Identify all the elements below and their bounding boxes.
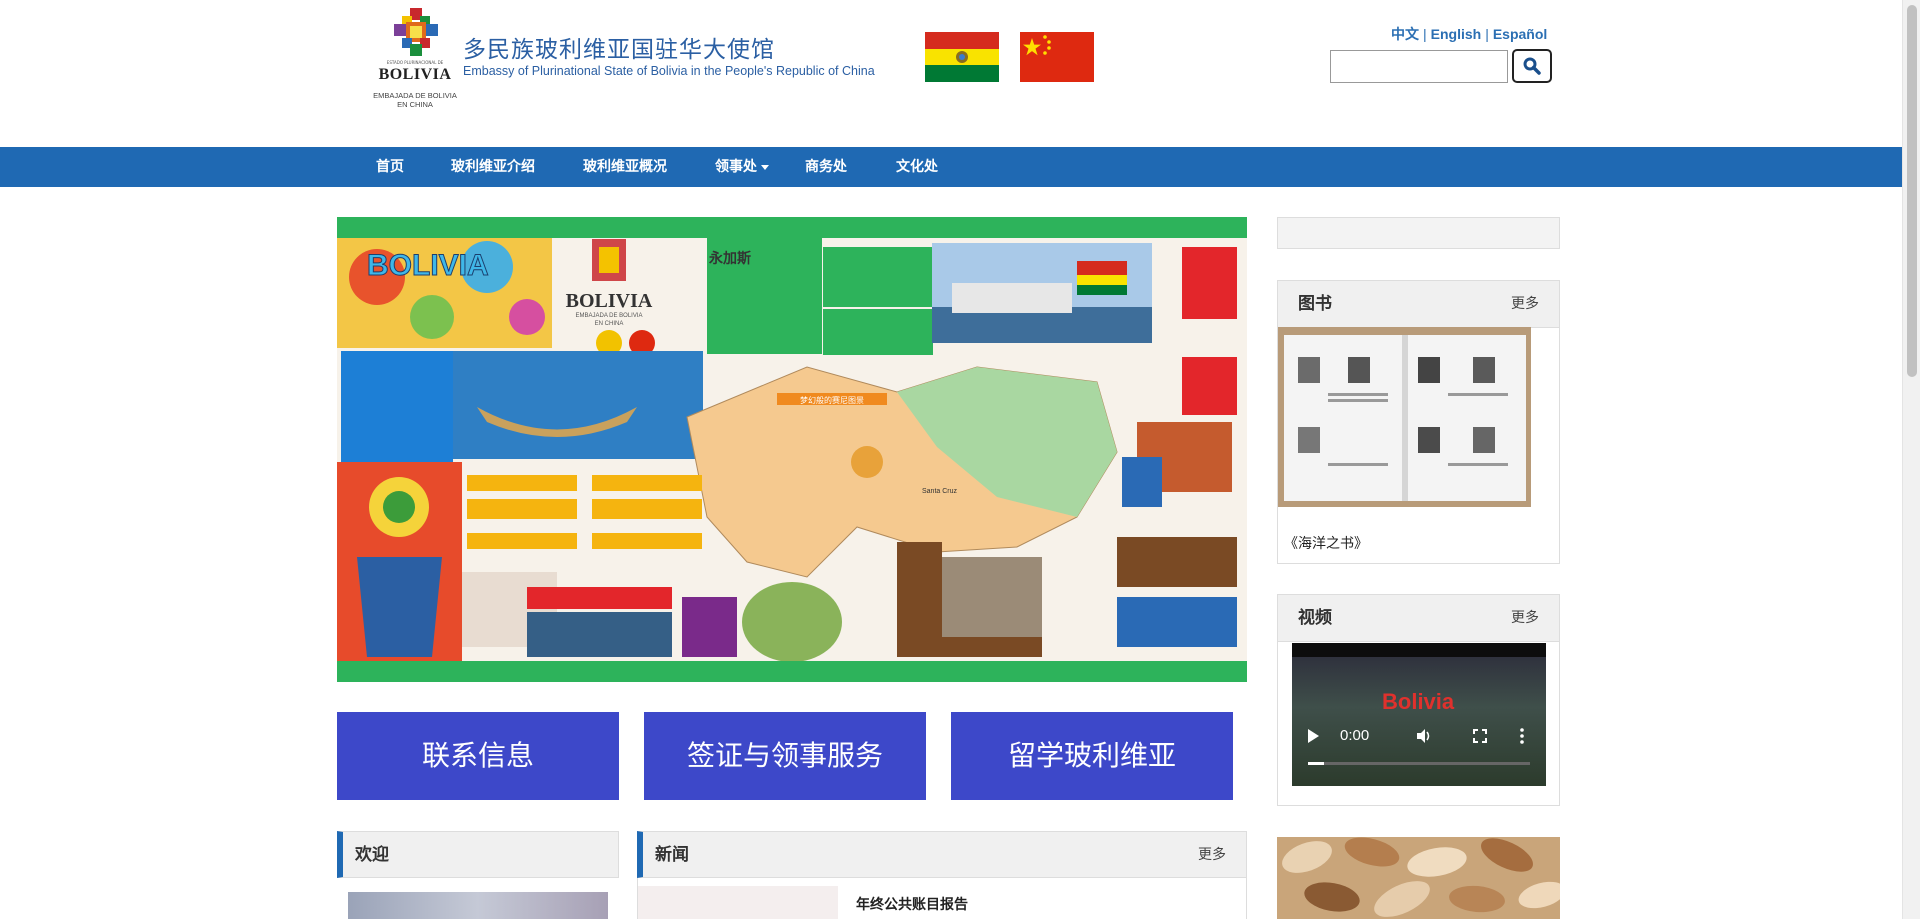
chakana-logo-icon <box>394 8 438 56</box>
lang-english-link[interactable]: English <box>1431 26 1482 42</box>
video-player[interactable]: Bolivia 0:00 <box>1292 643 1546 786</box>
banner-doodle-word: BOLIVIA <box>367 249 489 282</box>
nav-item-home[interactable]: 首页 <box>376 147 404 187</box>
book-caption[interactable]: 《海洋之书》 <box>1284 533 1368 553</box>
main-nav: 首页 玻利维亚介绍 玻利维亚概况 领事处 商务处 文化处 <box>0 147 1902 187</box>
nav-item-bolivia-intro[interactable]: 玻利维亚介绍 <box>451 147 535 187</box>
page-scrollbar[interactable] <box>1902 0 1920 919</box>
video-panel: 视频 更多 Bolivia 0:00 <box>1277 594 1560 806</box>
bolivia-collage-image: BOLIVIA BOLIVIA EMBAJADA DE BOLIVIA EN C… <box>337 238 1247 662</box>
lang-separator: | <box>1423 26 1427 42</box>
brazil-nuts-image[interactable] <box>1277 837 1560 919</box>
banner-bottom-bar <box>337 661 1247 682</box>
logo-embajada-line1: EMBAJADA DE BOLIVIA <box>373 91 457 100</box>
site-title-chinese: 多民族玻利维亚国驻华大使馆 <box>463 37 775 63</box>
hero-banner-image[interactable]: BOLIVIA BOLIVIA EMBAJADA DE BOLIVIA EN C… <box>337 217 1247 682</box>
books-panel: 图书 更多 《海洋之书》 <box>1277 280 1560 564</box>
china-flag-icon <box>1020 32 1094 82</box>
nav-item-consular[interactable]: 领事处 <box>715 147 769 187</box>
banner-map-label: 梦幻般的赛尼图景 <box>800 395 864 405</box>
banner-map-city: Santa Cruz <box>922 488 958 495</box>
books-panel-title: 图书 <box>1298 294 1332 314</box>
visa-consular-button[interactable]: 签证与领事服务 <box>644 712 926 800</box>
sidebar-empty-box <box>1277 217 1560 249</box>
news-more-link[interactable]: 更多 <box>1198 832 1226 879</box>
books-panel-header: 图书 更多 <box>1278 281 1559 328</box>
caret-down-icon <box>761 164 769 170</box>
video-time: 0:00 <box>1340 727 1370 744</box>
banner-headline: 永加斯 <box>708 250 751 267</box>
nav-item-cultural[interactable]: 文化处 <box>896 147 938 187</box>
welcome-panel-header: 欢迎 <box>337 831 619 878</box>
logo-embajada-text: EMBAJADA DE BOLIVIA EN CHINA <box>372 91 458 109</box>
logo-embajada-line2: EN CHINA <box>397 100 433 109</box>
video-more-link[interactable]: 更多 <box>1511 595 1539 642</box>
volume-icon[interactable] <box>1416 728 1432 744</box>
video-progress-track[interactable] <box>1308 762 1530 765</box>
news-thumbnail <box>638 886 838 919</box>
fullscreen-icon[interactable] <box>1473 729 1487 743</box>
lang-chinese-link[interactable]: 中文 <box>1391 26 1419 42</box>
video-overlay-text: Bolivia <box>1382 689 1455 714</box>
video-top-band <box>1292 643 1546 657</box>
nav-item-commercial[interactable]: 商务处 <box>805 147 847 187</box>
video-panel-title: 视频 <box>1298 608 1332 628</box>
welcome-image <box>348 892 608 919</box>
search-icon <box>1523 57 1541 75</box>
search-input[interactable] <box>1330 50 1508 83</box>
lang-spanish-link[interactable]: Español <box>1493 26 1547 42</box>
banner-logo-sub2: EN CHINA <box>595 321 624 327</box>
embassy-logo[interactable]: ESTADO PLURINACIONAL DE BOLIVIA EMBAJADA… <box>372 8 458 109</box>
nav-item-consular-label: 领事处 <box>715 159 757 175</box>
bolivia-flag-icon <box>925 32 999 82</box>
news-panel-title: 新闻 <box>655 845 689 865</box>
news-item-title[interactable]: 年终公共账目报告 <box>856 894 968 914</box>
contact-info-button[interactable]: 联系信息 <box>337 712 619 800</box>
news-panel-header: 新闻 更多 <box>637 831 1247 878</box>
search-button[interactable] <box>1512 49 1552 83</box>
book-cover-image[interactable] <box>1278 327 1531 507</box>
video-panel-header: 视频 更多 <box>1278 595 1559 642</box>
nav-item-bolivia-overview[interactable]: 玻利维亚概况 <box>583 147 667 187</box>
news-list: 年终公共账目报告 <box>637 878 1247 919</box>
logo-bolivia-text: BOLIVIA <box>378 66 452 83</box>
video-progress-fill <box>1308 762 1324 765</box>
play-icon[interactable] <box>1308 729 1319 743</box>
site-header: ESTADO PLURINACIONAL DE BOLIVIA EMBAJADA… <box>0 0 1902 147</box>
more-options-icon[interactable] <box>1519 728 1525 744</box>
banner-logo-name: BOLIVIA <box>566 290 653 312</box>
lang-separator: | <box>1485 26 1489 42</box>
logo-estado-text: ESTADO PLURINACIONAL DE <box>386 60 444 65</box>
language-switcher: 中文 | English | Español <box>1391 24 1547 44</box>
books-more-link[interactable]: 更多 <box>1511 281 1539 328</box>
banner-logo-sub: EMBAJADA DE BOLIVIA <box>575 313 642 319</box>
scrollbar-thumb[interactable] <box>1907 5 1917 377</box>
welcome-panel-title: 欢迎 <box>355 845 389 865</box>
study-in-bolivia-button[interactable]: 留学玻利维亚 <box>951 712 1233 800</box>
site-title-english: Embassy of Plurinational State of Bolivi… <box>463 64 875 78</box>
